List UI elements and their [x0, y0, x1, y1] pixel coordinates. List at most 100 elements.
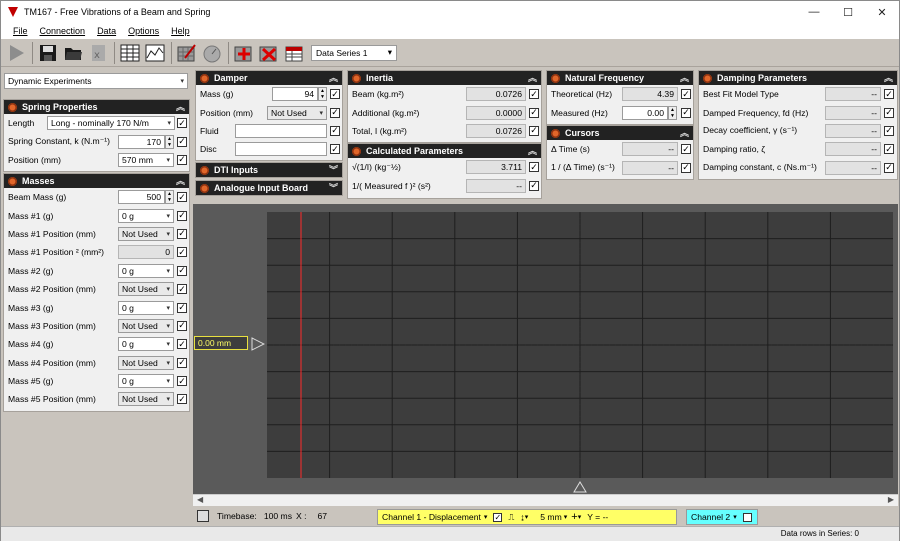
remove-cursor-button[interactable]	[257, 41, 281, 65]
menu-connection[interactable]: Connection	[40, 26, 86, 36]
inertia-total-checkbox[interactable]: ✓	[529, 125, 539, 136]
damping-row-checkbox[interactable]: ✓	[884, 144, 894, 155]
inertia-beam-checkbox[interactable]: ✓	[529, 89, 539, 100]
table-view-button[interactable]	[118, 41, 142, 65]
mass-row-checkbox[interactable]: ✓	[177, 228, 187, 239]
expand-icon[interactable]: ︾	[329, 181, 338, 194]
mass-row-select[interactable]: 0 g ▾	[118, 337, 174, 352]
measured-checkbox[interactable]: ✓	[681, 107, 691, 118]
menu-file[interactable]: File	[13, 26, 28, 36]
collapse-icon[interactable]: ︽	[329, 71, 338, 84]
mass-row-checkbox[interactable]: ✓	[177, 320, 187, 331]
collapse-icon[interactable]: ︽	[176, 174, 185, 187]
save-button[interactable]	[36, 41, 60, 65]
collapse-icon[interactable]: ︽	[528, 144, 537, 157]
beam-mass-checkbox[interactable]: ✓	[177, 192, 187, 203]
mass-row-checkbox[interactable]: ✓	[177, 302, 187, 313]
inv-freq-sq-checkbox[interactable]: ✓	[529, 180, 539, 191]
mass-row-checkbox[interactable]: ✓	[177, 210, 187, 221]
plot-area[interactable]: 0.00 mm	[193, 204, 898, 494]
beam-mass-stepper[interactable]: ▲ ▼	[165, 190, 174, 205]
scroll-right-icon[interactable]: ▶	[888, 495, 894, 504]
spring-properties-header[interactable]: Spring Properties ︽	[4, 100, 189, 114]
close-button[interactable]: ✕	[865, 1, 899, 23]
chevron-down-icon[interactable]: ▾	[564, 513, 568, 521]
length-select[interactable]: Long - nominally 170 N/m ▾	[47, 116, 175, 131]
channel2-checkbox[interactable]	[742, 512, 752, 522]
inertia-additional-checkbox[interactable]: ✓	[529, 107, 539, 118]
mass-row-checkbox[interactable]: ✓	[177, 376, 187, 387]
length-checkbox[interactable]: ✓	[177, 118, 187, 129]
calculated-parameters-header[interactable]: Calculated Parameters ︽	[348, 144, 541, 158]
channel2-select[interactable]: Channel 2	[691, 512, 730, 522]
mass-row-select[interactable]: 0 g ▾	[118, 374, 174, 389]
channel1-scale-select[interactable]: 5 mm	[540, 512, 561, 522]
spring-constant-stepper[interactable]: ▲ ▼	[165, 134, 174, 149]
mass-row-checkbox[interactable]: ✓	[177, 357, 187, 368]
export-excel-button[interactable]: x	[86, 41, 110, 65]
mass-row-checkbox[interactable]: ✓	[177, 247, 187, 258]
mass-row-select[interactable]: Not Used ▾	[118, 355, 174, 370]
damper-position-select[interactable]: Not Used ▾	[267, 105, 327, 120]
run-button[interactable]	[4, 41, 28, 65]
expand-icon[interactable]: ︾	[329, 163, 338, 176]
measured-input[interactable]: 0.00	[622, 105, 668, 120]
collapse-icon[interactable]: ︽	[176, 100, 185, 113]
data-series-select[interactable]: Data Series 1 ▾	[311, 44, 397, 61]
settings-icon[interactable]	[197, 510, 209, 522]
channel-offset-marker[interactable]: 0.00 mm	[194, 336, 248, 350]
measured-stepper[interactable]: ▲ ▼	[668, 105, 677, 120]
collapse-icon[interactable]: ︽	[680, 71, 689, 84]
damper-header[interactable]: Damper ︽	[196, 71, 342, 85]
damper-position-checkbox[interactable]: ✓	[330, 107, 340, 118]
damper-mass-checkbox[interactable]: ✓	[330, 89, 340, 100]
mass-row-select[interactable]: Not Used ▾	[118, 392, 174, 407]
chevron-down-icon[interactable]: ▾	[733, 513, 737, 521]
grid-settings-button[interactable]	[175, 41, 199, 65]
menu-options[interactable]: Options	[128, 26, 159, 36]
maximize-button[interactable]: ☐	[831, 1, 865, 23]
damping-row-checkbox[interactable]: ✓	[884, 125, 894, 136]
collapse-icon[interactable]: ︽	[528, 71, 537, 84]
oscilloscope-grid[interactable]	[267, 212, 893, 478]
spring-position-checkbox[interactable]: ✓	[177, 154, 187, 165]
dti-inputs-header[interactable]: DTI Inputs ︾	[196, 163, 342, 177]
chevron-down-icon[interactable]: ▾	[525, 513, 529, 521]
spring-position-select[interactable]: 570 mm ▾	[118, 152, 174, 167]
theoretical-checkbox[interactable]: ✓	[681, 89, 691, 100]
cursors-header[interactable]: Cursors ︽	[547, 126, 693, 140]
mass-row-checkbox[interactable]: ✓	[177, 394, 187, 405]
spring-constant-checkbox[interactable]: ✓	[177, 136, 187, 147]
mass-row-select[interactable]: Not Used ▾	[118, 226, 174, 241]
damping-parameters-header[interactable]: Damping Parameters ︽	[699, 71, 897, 85]
chevron-down-icon[interactable]: ▾	[578, 513, 582, 521]
spring-constant-input[interactable]: 170	[118, 134, 165, 149]
mass-row-select[interactable]: Not Used ▾	[118, 318, 174, 333]
open-button[interactable]	[61, 41, 85, 65]
damping-row-checkbox[interactable]: ✓	[884, 89, 894, 100]
damper-mass-input[interactable]: 94	[272, 87, 318, 102]
trigger-arrow-icon[interactable]	[573, 481, 587, 493]
menu-data[interactable]: Data	[97, 26, 116, 36]
mass-row-checkbox[interactable]: ✓	[177, 339, 187, 350]
mass-row-checkbox[interactable]: ✓	[177, 265, 187, 276]
channel1-checkbox[interactable]: ✓	[493, 512, 503, 522]
disc-checkbox[interactable]: ✓	[330, 144, 340, 155]
timer-button[interactable]	[200, 41, 224, 65]
inertia-header[interactable]: Inertia ︽	[348, 71, 541, 85]
damping-row-checkbox[interactable]: ✓	[884, 162, 894, 173]
disc-input[interactable]	[235, 142, 327, 157]
fluid-input[interactable]	[235, 123, 327, 138]
mass-row-select[interactable]: 0 g ▾	[118, 208, 174, 223]
delta-time-checkbox[interactable]: ✓	[681, 144, 691, 155]
fluid-checkbox[interactable]: ✓	[330, 125, 340, 136]
collapse-icon[interactable]: ︽	[884, 71, 893, 84]
collapse-icon[interactable]: ︽	[680, 126, 689, 139]
mass-row-select[interactable]: 0 g ▾	[118, 300, 174, 315]
masses-header[interactable]: Masses ︽	[4, 174, 189, 188]
add-cursor-button[interactable]	[232, 41, 256, 65]
timebase-value[interactable]: 100 ms	[264, 511, 292, 521]
beam-mass-input[interactable]: 500	[118, 190, 165, 205]
damping-row-checkbox[interactable]: ✓	[884, 107, 894, 118]
menu-help[interactable]: Help	[171, 26, 190, 36]
